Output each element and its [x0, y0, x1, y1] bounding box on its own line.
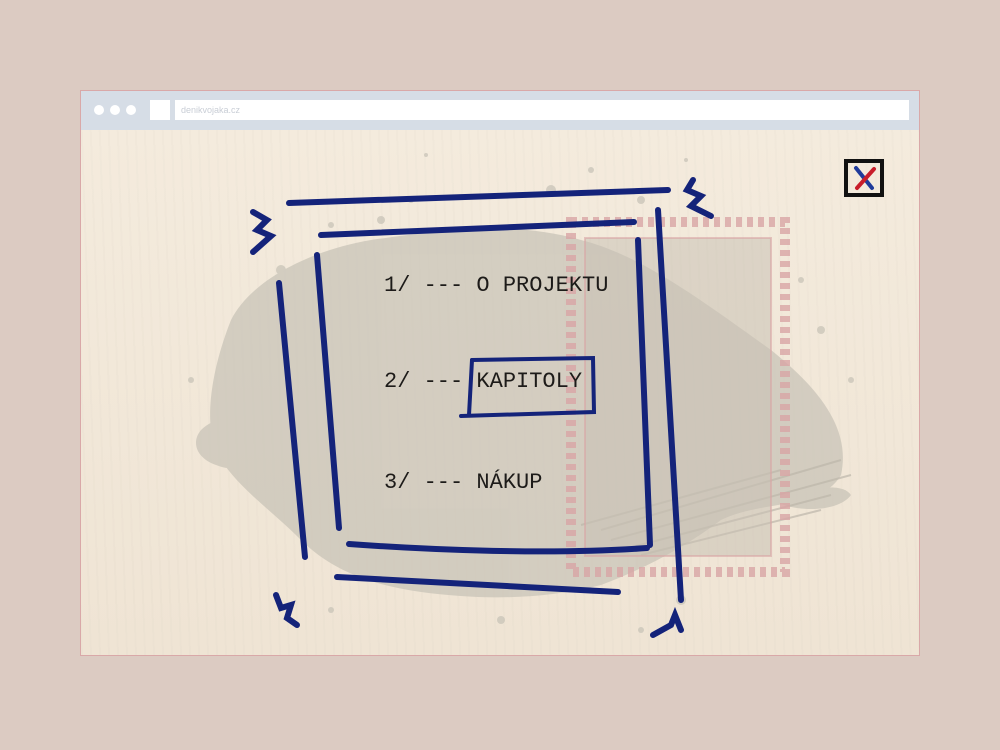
window-control-dot[interactable] — [126, 105, 136, 115]
menu-item-o-projektu[interactable]: 1/ --- O PROJEKTU — [384, 273, 608, 298]
menu-item-label: KAPITOLY — [476, 369, 583, 394]
window-control-dot[interactable] — [110, 105, 120, 115]
close-x-icon — [844, 159, 884, 197]
address-bar[interactable]: denikvojaka.cz — [175, 100, 909, 120]
close-button[interactable] — [844, 159, 884, 197]
menu-item-separator: --- — [423, 369, 464, 394]
menu-item-kapitoly[interactable]: 2/ --- KAPITOLY — [384, 369, 582, 394]
browser-tab[interactable] — [150, 100, 170, 120]
menu-item-separator: --- — [423, 470, 464, 495]
menu-item-number: 1/ — [384, 273, 411, 298]
menu-item-label: O PROJEKTU — [476, 273, 609, 298]
page-content: 1/ --- O PROJEKTU 2/ --- KAPITOLY 3/ ---… — [81, 130, 919, 655]
menu-item-separator: --- — [423, 273, 464, 298]
browser-window: denikvojaka.cz 1/ --- O PROJEKTU 2/ --- … — [81, 91, 919, 655]
menu-item-label: NÁKUP — [476, 470, 543, 495]
window-control-dot[interactable] — [94, 105, 104, 115]
menu-item-nakup[interactable]: 3/ --- NÁKUP — [384, 470, 542, 495]
browser-toolbar: denikvojaka.cz — [81, 91, 919, 130]
menu-item-number: 2/ — [384, 369, 411, 394]
menu-item-number: 3/ — [384, 470, 411, 495]
